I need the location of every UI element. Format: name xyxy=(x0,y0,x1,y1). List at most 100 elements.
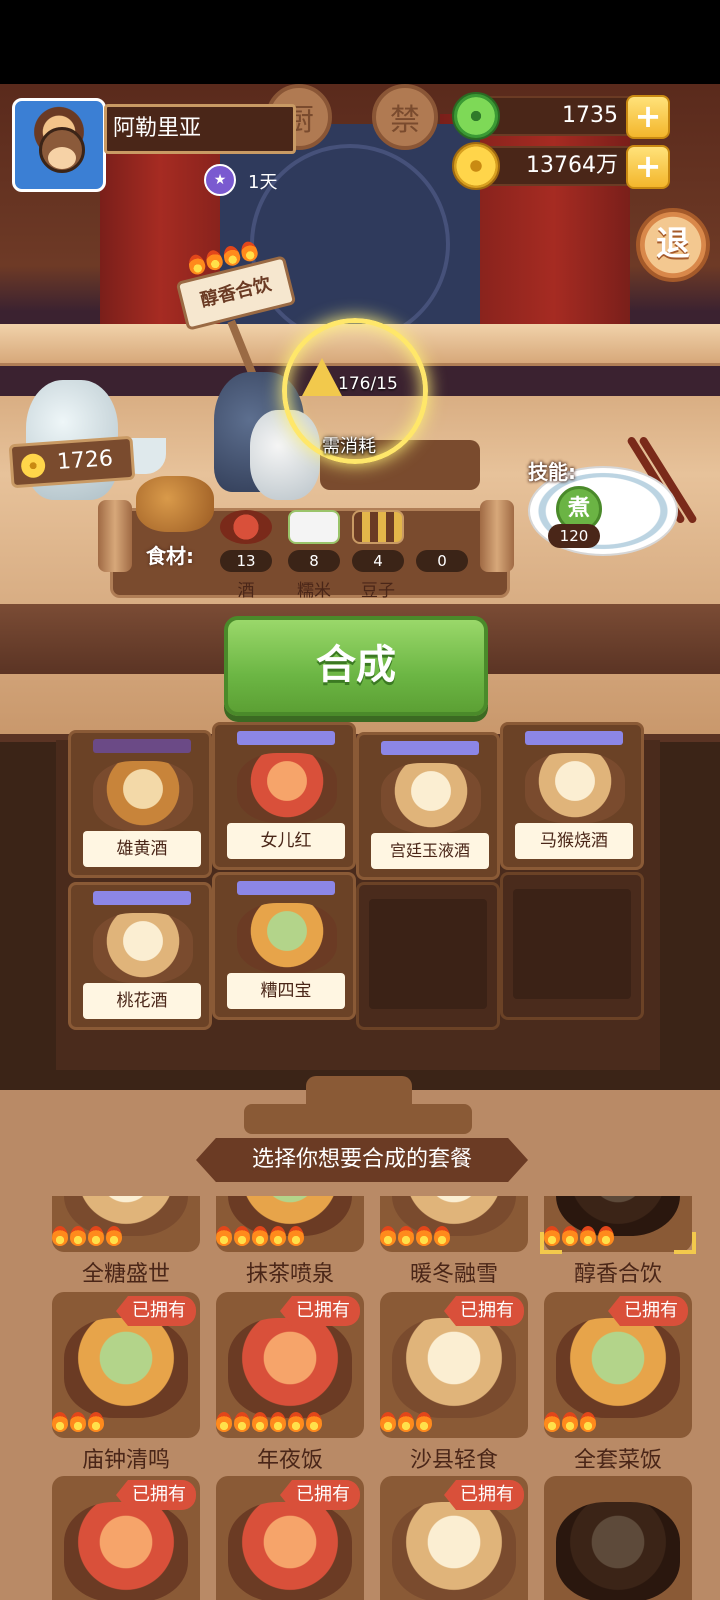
scroll-end-right xyxy=(480,500,514,572)
ingredient-count: 8 xyxy=(288,550,340,572)
slot-bar xyxy=(93,891,191,905)
menu-handle-bar xyxy=(244,1104,472,1134)
ingredient-label: 食材: xyxy=(146,544,194,568)
owned-badge: 已拥有 xyxy=(280,1480,360,1510)
owned-badge: 已拥有 xyxy=(608,1296,688,1326)
dish-art-nuerhong xyxy=(237,753,337,823)
menu-card-mocha[interactable] xyxy=(216,1196,364,1252)
menu-name: 暖冬融雪 xyxy=(409,1262,498,1287)
add-jade-button[interactable]: + xyxy=(626,95,670,139)
dish-art-zaosibao xyxy=(237,903,337,973)
ingredient-count: 0 xyxy=(416,550,468,572)
jade-icon xyxy=(452,92,500,140)
cabinet-slot-3[interactable]: 宫廷玉液酒 xyxy=(356,732,500,880)
ingredient-rice: 8 糯米 xyxy=(284,510,344,601)
scroll-end-left xyxy=(98,500,132,572)
menu-card-miaozhong[interactable]: 已拥有 xyxy=(52,1292,200,1438)
cost-value: 176/15 xyxy=(338,374,398,394)
coin-icon xyxy=(20,452,46,479)
price-value: 1726 xyxy=(56,446,114,476)
days-count: 1天 xyxy=(248,172,278,193)
coin-icon xyxy=(452,142,500,190)
cost-label: 需消耗 xyxy=(322,436,376,457)
menu-dish-art xyxy=(392,1502,516,1600)
skill-label: 技能: xyxy=(528,460,576,484)
synthesize-button[interactable]: 合成 xyxy=(224,616,488,716)
menu-card-nuandong[interactable] xyxy=(380,1196,528,1252)
ingredient-count: 13 xyxy=(220,550,272,572)
jade-currency: 1735 + xyxy=(452,92,670,140)
kitchen-logo xyxy=(250,144,450,344)
exit-button[interactable]: 退 xyxy=(636,208,710,282)
cabinet-slot-6[interactable]: 糟四宝 xyxy=(212,872,356,1020)
empty-ingredient-slot xyxy=(416,510,468,544)
fire-rating xyxy=(216,1226,364,1246)
slot-bar xyxy=(93,739,191,753)
slot-label: 马猴烧酒 xyxy=(515,823,633,859)
slot-bar xyxy=(237,731,335,745)
menu-card-nianyefan[interactable]: 已拥有 xyxy=(216,1292,364,1438)
clay-pot-art xyxy=(136,476,214,532)
cabinet-slot-1[interactable]: 雄黄酒 xyxy=(68,730,212,878)
slot-label: 宫廷玉液酒 xyxy=(371,833,489,869)
slot-label: 糟四宝 xyxy=(227,973,345,1009)
menu-dish-art xyxy=(228,1318,352,1418)
menu-card-caifan[interactable]: 已拥有 xyxy=(544,1292,692,1438)
slot-label: 桃花酒 xyxy=(83,983,201,1019)
ingredient-count: 4 xyxy=(352,550,404,572)
slot-label: 女儿红 xyxy=(227,823,345,859)
cabinet-slot-8-empty[interactable] xyxy=(500,872,644,1020)
selection-corner xyxy=(674,1232,696,1254)
ingredient-name: 糯米 xyxy=(297,581,331,601)
menu-card-shaxian[interactable]: 已拥有 xyxy=(380,1292,528,1438)
menu-card-row3-1[interactable]: 已拥有 xyxy=(52,1476,200,1600)
fire-rating xyxy=(52,1226,200,1246)
menu-name: 沙县轻食 xyxy=(409,1448,498,1473)
ingredient-name: 酒 xyxy=(237,581,255,601)
add-coins-button[interactable]: + xyxy=(626,145,670,189)
menu-card-chunxiang-selected[interactable] xyxy=(544,1196,692,1252)
fire-icon xyxy=(221,244,242,268)
sign-disc-jin: 禁 xyxy=(372,84,438,150)
price-tag: 1726 xyxy=(8,435,136,489)
player-avatar[interactable] xyxy=(12,98,106,192)
fire-rating xyxy=(544,1226,692,1246)
menu-dish-art xyxy=(64,1502,188,1600)
cabinet-slot-2[interactable]: 女儿红 xyxy=(212,722,356,870)
menu-card-row3-4[interactable] xyxy=(544,1476,692,1600)
avatar-muzzle xyxy=(48,147,76,169)
menu-name: 醇香合饮 xyxy=(573,1262,662,1287)
owned-badge: 已拥有 xyxy=(116,1480,196,1510)
ingredient-empty: 0 xyxy=(412,510,472,572)
ingredient-wine: 13 酒 xyxy=(216,510,276,601)
wine-jar-icon xyxy=(220,510,272,544)
jade-value: 1735 xyxy=(562,103,618,128)
menu-card-row3-3[interactable]: 已拥有 xyxy=(380,1476,528,1600)
dish-art-taohua xyxy=(93,913,193,983)
owned-badge: 已拥有 xyxy=(116,1296,196,1326)
slot-bar xyxy=(381,741,479,755)
menu-name: 庙钟清鸣 xyxy=(81,1448,170,1473)
slot-label: 雄黄酒 xyxy=(83,831,201,867)
menu-card-quantang[interactable] xyxy=(52,1196,200,1252)
menu-name: 抹茶喷泉 xyxy=(245,1262,334,1287)
fire-rating xyxy=(544,1412,692,1432)
cabinet-slot-4[interactable]: 马猴烧酒 xyxy=(500,722,644,870)
menu-card-row3-2[interactable]: 已拥有 xyxy=(216,1476,364,1600)
menu-banner: 选择你想要合成的套餐 xyxy=(196,1138,528,1182)
menu-name: 全套菜饭 xyxy=(573,1448,662,1473)
game-screen: 厨 禁 阿勒里亚 ★ 1天 1735 + 13764万 + 退 醇香合饮 176… xyxy=(0,0,720,1600)
menu-dish-art xyxy=(556,1502,680,1600)
menu-dish-art xyxy=(64,1318,188,1418)
cabinet-slot-7-empty[interactable] xyxy=(356,882,500,1030)
menu-dish-art xyxy=(556,1318,680,1418)
fire-icon xyxy=(186,252,207,277)
fire-rating xyxy=(380,1412,528,1432)
owned-badge: 已拥有 xyxy=(280,1296,360,1326)
slot-bar xyxy=(237,881,335,895)
cabinet-slot-5[interactable]: 桃花酒 xyxy=(68,882,212,1030)
owned-badge: 已拥有 xyxy=(444,1480,524,1510)
beans-box-icon xyxy=(352,510,404,544)
fire-rating xyxy=(52,1412,200,1432)
menu-dish-art xyxy=(228,1502,352,1600)
